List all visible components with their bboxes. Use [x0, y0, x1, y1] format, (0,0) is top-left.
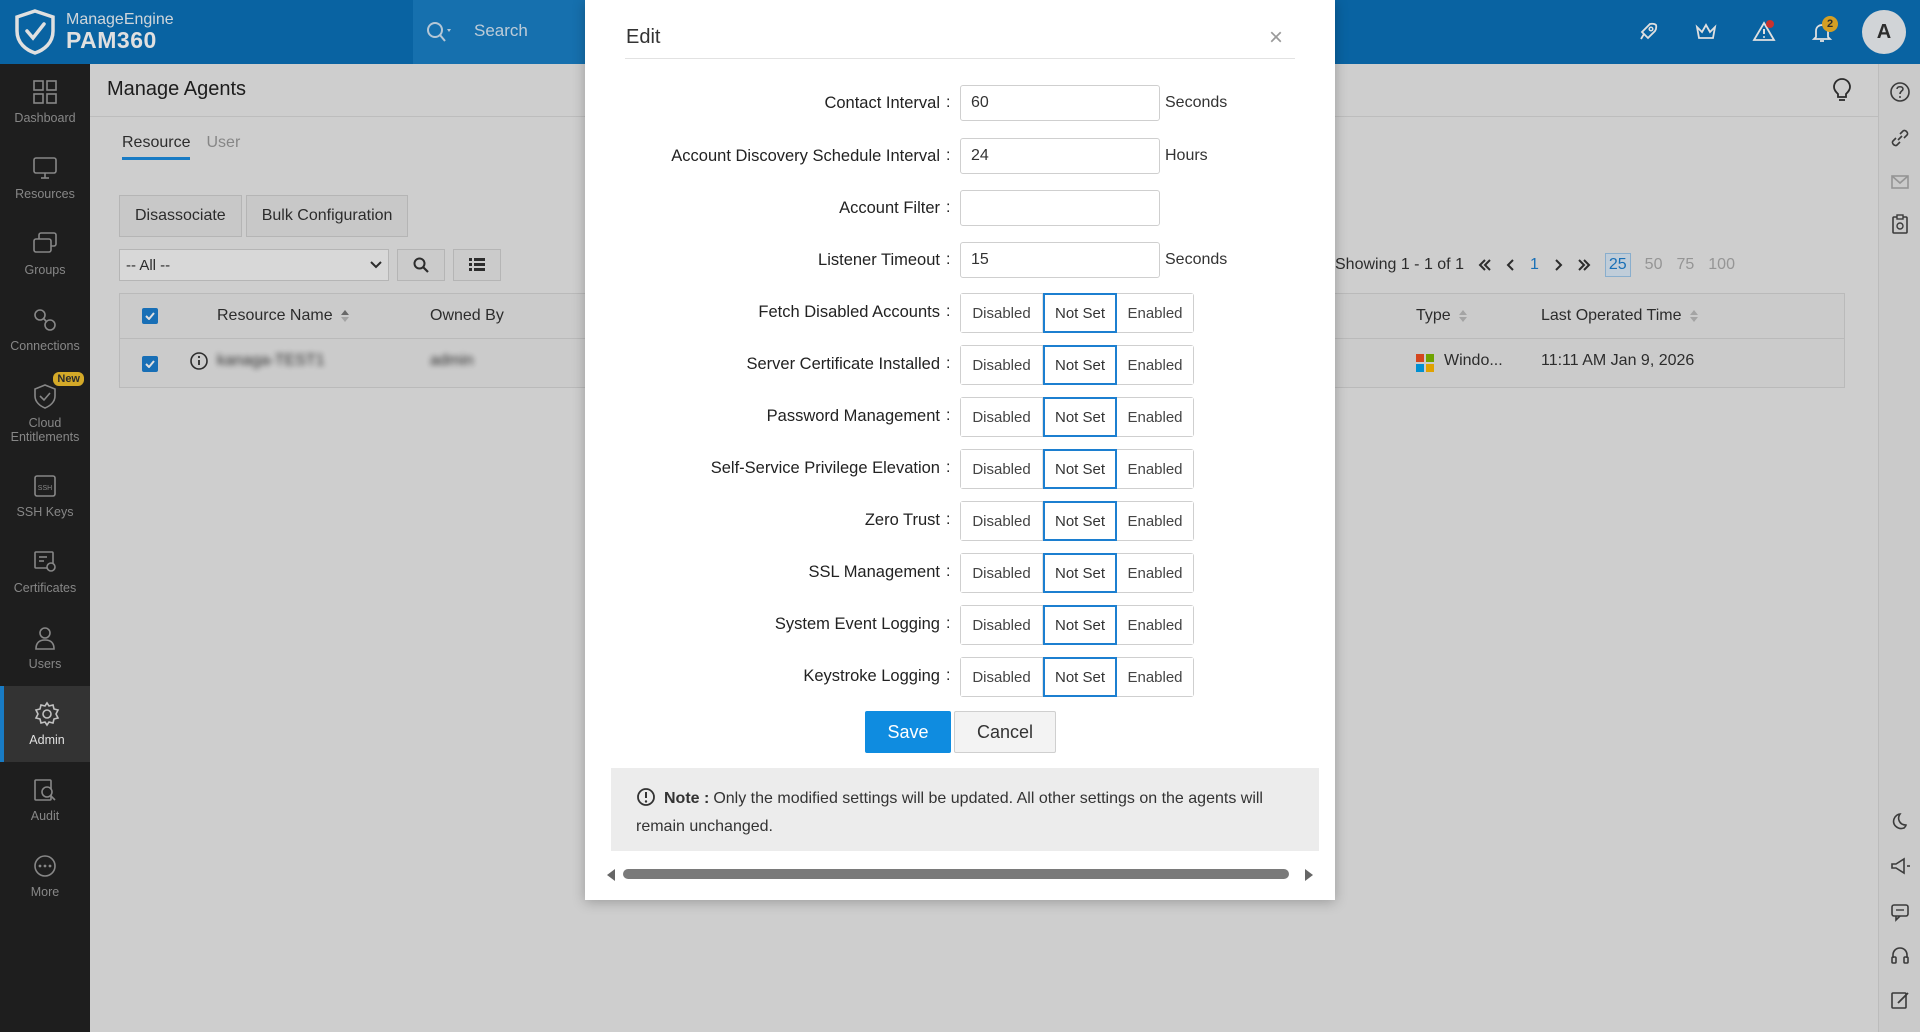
toggle-label: Password Management [766, 407, 940, 425]
option-disabled[interactable]: Disabled [961, 294, 1043, 332]
tri-state-toggle: Disabled Not Set Enabled [960, 449, 1194, 489]
divider [625, 58, 1295, 59]
option-not-set[interactable]: Not Set [1043, 293, 1117, 333]
colon: : [946, 251, 951, 268]
colon: : [946, 147, 951, 164]
tri-state-toggle: Disabled Not Set Enabled [960, 293, 1194, 333]
scroll-thumb[interactable] [623, 869, 1289, 879]
option-not-set[interactable]: Not Set [1043, 605, 1117, 645]
option-not-set[interactable]: Not Set [1043, 345, 1117, 385]
note-text: Only the modified settings will be updat… [636, 790, 1263, 835]
option-disabled[interactable]: Disabled [961, 346, 1043, 384]
tri-state-toggle: Disabled Not Set Enabled [960, 397, 1194, 437]
tri-state-toggle: Disabled Not Set Enabled [960, 345, 1194, 385]
contact-interval-row: Contact Interval : Seconds [585, 84, 1335, 124]
edit-dialog: Edit × Contact Interval : Seconds Accoun… [585, 0, 1335, 900]
option-disabled[interactable]: Disabled [961, 450, 1043, 488]
option-enabled[interactable]: Enabled [1117, 606, 1193, 644]
toggle-row: System Event Logging : Disabled Not Set … [585, 605, 1335, 645]
listener-timeout-label: Listener Timeout [818, 251, 940, 269]
toggle-row: Password Management : Disabled Not Set E… [585, 397, 1335, 437]
option-not-set[interactable]: Not Set [1043, 657, 1117, 697]
discovery-interval-input[interactable] [960, 138, 1160, 174]
option-not-set[interactable]: Not Set [1043, 397, 1117, 437]
tri-state-toggle: Disabled Not Set Enabled [960, 657, 1194, 697]
close-icon[interactable]: × [1269, 24, 1283, 52]
discovery-interval-row: Account Discovery Schedule Interval : Ho… [585, 137, 1335, 177]
colon: : [946, 511, 951, 528]
cancel-button[interactable]: Cancel [954, 711, 1056, 753]
tri-state-toggle: Disabled Not Set Enabled [960, 501, 1194, 541]
account-filter-row: Account Filter : [585, 189, 1335, 229]
account-filter-input[interactable] [960, 190, 1160, 226]
colon: : [946, 303, 951, 320]
colon: : [946, 94, 951, 111]
colon: : [946, 615, 951, 632]
option-enabled[interactable]: Enabled [1117, 450, 1193, 488]
toggle-row: Server Certificate Installed : Disabled … [585, 345, 1335, 385]
listener-timeout-unit: Seconds [1165, 251, 1228, 268]
contact-interval-input[interactable] [960, 85, 1160, 121]
note-box: Note : Only the modified settings will be… [611, 768, 1319, 851]
toggle-row: SSL Management : Disabled Not Set Enable… [585, 553, 1335, 593]
listener-timeout-input[interactable] [960, 242, 1160, 278]
toggle-row: Fetch Disabled Accounts : Disabled Not S… [585, 293, 1335, 333]
toggle-label: Self-Service Privilege Elevation [710, 459, 940, 477]
toggle-label: Keystroke Logging [803, 667, 940, 685]
option-enabled[interactable]: Enabled [1117, 554, 1193, 592]
toggle-label: Server Certificate Installed [746, 355, 941, 373]
toggle-row: Zero Trust : Disabled Not Set Enabled [585, 501, 1335, 541]
dialog-title: Edit [626, 26, 661, 48]
option-enabled[interactable]: Enabled [1117, 346, 1193, 384]
scroll-left-icon[interactable] [607, 869, 615, 881]
colon: : [946, 407, 951, 424]
option-not-set[interactable]: Not Set [1043, 501, 1117, 541]
colon: : [946, 199, 951, 216]
option-disabled[interactable]: Disabled [961, 398, 1043, 436]
option-disabled[interactable]: Disabled [961, 554, 1043, 592]
contact-interval-label: Contact Interval [824, 94, 940, 112]
account-filter-label: Account Filter [839, 199, 940, 217]
contact-interval-unit: Seconds [1165, 94, 1228, 111]
tri-state-toggle: Disabled Not Set Enabled [960, 605, 1194, 645]
toggle-label: System Event Logging [774, 615, 940, 633]
option-enabled[interactable]: Enabled [1117, 658, 1193, 696]
scroll-right-icon[interactable] [1305, 869, 1313, 881]
colon: : [946, 459, 951, 476]
option-disabled[interactable]: Disabled [961, 502, 1043, 540]
colon: : [946, 563, 951, 580]
save-button[interactable]: Save [865, 711, 951, 753]
option-not-set[interactable]: Not Set [1043, 553, 1117, 593]
discovery-interval-unit: Hours [1165, 147, 1208, 164]
colon: : [946, 355, 951, 372]
option-disabled[interactable]: Disabled [961, 658, 1043, 696]
toggle-label: Zero Trust [864, 511, 940, 529]
toggle-row: Keystroke Logging : Disabled Not Set Ena… [585, 657, 1335, 697]
colon: : [946, 667, 951, 684]
toggle-label: SSL Management [808, 563, 940, 581]
listener-timeout-row: Listener Timeout : Seconds [585, 241, 1335, 281]
toggle-label: Fetch Disabled Accounts [758, 303, 940, 321]
option-enabled[interactable]: Enabled [1117, 294, 1193, 332]
option-enabled[interactable]: Enabled [1117, 398, 1193, 436]
note-title: Note : [664, 790, 710, 807]
tri-state-toggle: Disabled Not Set Enabled [960, 553, 1194, 593]
discovery-interval-label: Account Discovery Schedule Interval [671, 147, 940, 165]
option-enabled[interactable]: Enabled [1117, 502, 1193, 540]
option-disabled[interactable]: Disabled [961, 606, 1043, 644]
toggle-row: Self-Service Privilege Elevation : Disab… [585, 449, 1335, 489]
option-not-set[interactable]: Not Set [1043, 449, 1117, 489]
info-icon [637, 788, 655, 806]
horizontal-scrollbar[interactable] [607, 866, 1313, 882]
